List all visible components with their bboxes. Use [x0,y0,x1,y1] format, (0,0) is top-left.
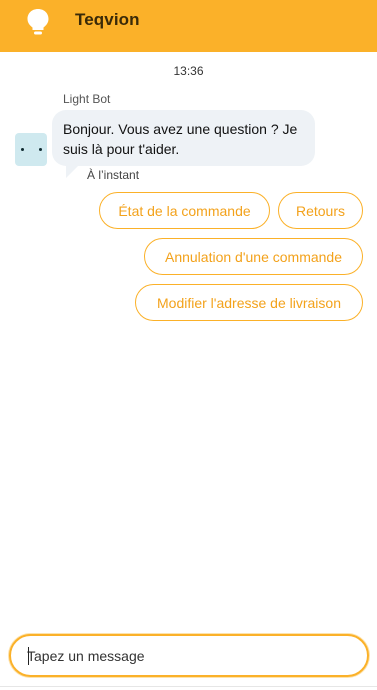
lightbulb-icon [27,9,49,35]
avatar-eye-left [21,148,24,151]
quick-reply-order-status[interactable]: État de la commande [99,192,270,229]
bubble-tail [66,166,78,178]
bot-message-bubble: Bonjour. Vous avez une question ? Je sui… [52,110,315,166]
bottom-divider [0,686,377,687]
text-caret [28,647,29,665]
message-time: À l’instant [87,168,140,182]
quick-reply-returns[interactable]: Retours [278,192,363,229]
conversation-timestamp: 13:36 [173,64,204,78]
bot-sender-name: Light Bot [63,92,111,106]
brand-title: Teqvion [75,10,140,29]
chat-widget: Teqvion 13:36 Light Bot Bonjour. Vous av… [0,0,377,690]
chat-header: Teqvion [0,0,377,52]
quick-reply-cancel-order[interactable]: Annulation d'une commande [144,238,363,275]
message-input[interactable] [27,636,357,675]
bot-avatar [15,133,47,166]
quick-reply-change-address[interactable]: Modifier l'adresse de livraison [135,284,363,321]
message-composer [9,634,369,677]
avatar-eye-right [39,148,42,151]
